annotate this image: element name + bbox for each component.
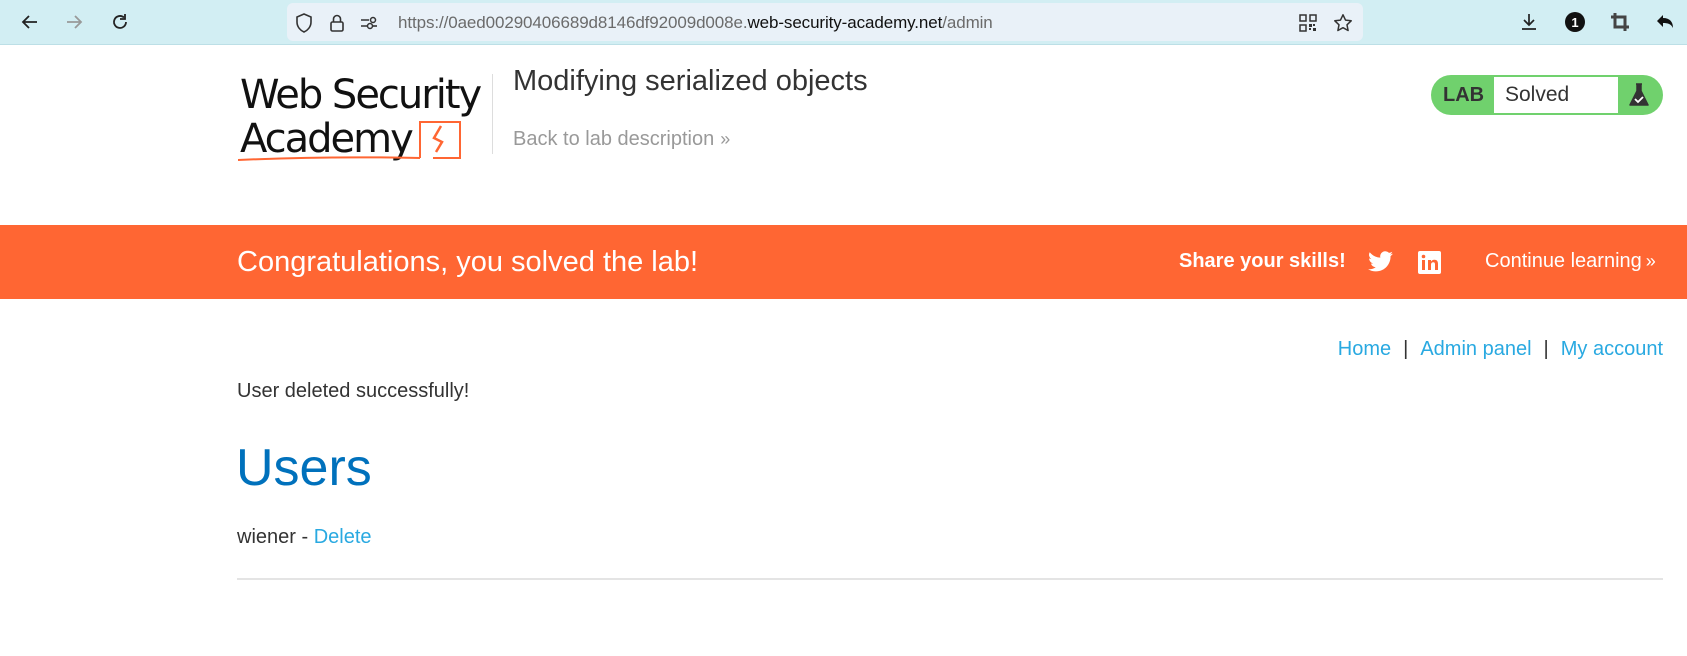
extension-badge-count: 1	[1571, 14, 1579, 30]
browser-toolbar: https://0aed00290406689d8146df92009d008e…	[0, 0, 1687, 45]
nav-my-account-link[interactable]: My account	[1561, 338, 1663, 360]
logo-line1: Web Security	[240, 72, 482, 118]
user-separator: -	[295, 526, 314, 548]
back-to-lab-description-link[interactable]: Back to lab description»	[513, 128, 730, 151]
back-link-label: Back to lab description	[513, 128, 715, 150]
undo-icon[interactable]	[1653, 10, 1677, 34]
continue-learning-label: Continue learning	[1485, 250, 1642, 272]
chevron-right-icon: »	[1645, 251, 1656, 271]
username: wiener	[237, 526, 296, 548]
logo-line2: Academy	[240, 116, 413, 162]
user-list-item: wiener - Delete	[237, 526, 372, 549]
lab-status-badge: LAB Solved	[1431, 75, 1663, 115]
continue-learning-link[interactable]: Continue learning»	[1485, 250, 1656, 273]
web-security-academy-logo[interactable]: Web Security Academy	[237, 72, 490, 164]
content-divider	[237, 578, 1663, 580]
flask-check-icon	[1627, 82, 1651, 108]
delete-user-link[interactable]: Delete	[314, 526, 372, 548]
crop-icon[interactable]	[1608, 10, 1632, 34]
extension-badge-icon[interactable]: 1	[1563, 10, 1587, 34]
url-path: /admin	[942, 13, 993, 32]
site-settings-icon[interactable]	[359, 13, 379, 33]
top-nav: Home | Admin panel | My account	[1338, 338, 1663, 361]
lock-icon[interactable]	[327, 13, 347, 33]
solved-banner: Congratulations, you solved the lab! Sha…	[0, 225, 1687, 299]
nav-admin-panel-link[interactable]: Admin panel	[1420, 338, 1531, 360]
bookmark-star-icon[interactable]	[1333, 13, 1353, 33]
url-text[interactable]: https://0aed00290406689d8146df92009d008e…	[398, 13, 993, 33]
users-heading: Users	[236, 439, 372, 497]
shield-icon[interactable]	[294, 13, 314, 33]
nav-home-link[interactable]: Home	[1338, 338, 1391, 360]
lab-status-text: Solved	[1494, 77, 1618, 113]
reload-icon[interactable]	[108, 10, 132, 34]
back-arrow-icon[interactable]	[18, 10, 42, 34]
twitter-icon[interactable]	[1368, 249, 1394, 275]
linkedin-icon[interactable]	[1416, 249, 1442, 275]
status-message: User deleted successfully!	[237, 380, 470, 402]
nav-separator: |	[1403, 338, 1409, 360]
lab-badge-label: LAB	[1443, 84, 1485, 106]
chevron-right-icon: »	[720, 129, 731, 149]
forward-arrow-icon[interactable]	[62, 10, 86, 34]
nav-separator: |	[1543, 338, 1549, 360]
congratulations-message: Congratulations, you solved the lab!	[237, 246, 699, 278]
download-icon[interactable]	[1517, 10, 1541, 34]
lab-title: Modifying serialized objects	[513, 65, 868, 97]
header-divider	[492, 74, 493, 154]
url-prefix: https://0aed00290406689d8146df92009d008e…	[398, 13, 748, 32]
address-bar[interactable]: https://0aed00290406689d8146df92009d008e…	[287, 3, 1363, 41]
qr-code-icon[interactable]	[1298, 13, 1318, 33]
share-skills-label: Share your skills!	[1179, 250, 1346, 272]
url-host: web-security-academy.net	[747, 13, 943, 32]
